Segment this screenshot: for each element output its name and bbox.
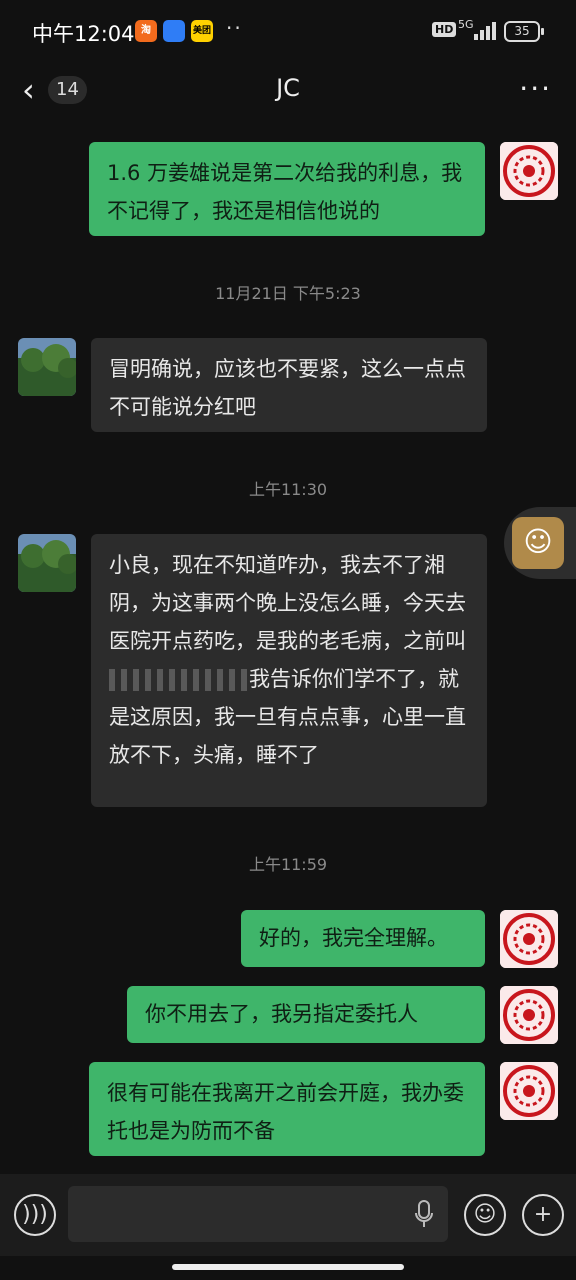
timestamp: 11月21日 下午5:23 [215, 284, 361, 303]
received-message-bubble[interactable]: 冒明确说，应该也不要紧，这么一点点不可能说分红吧 [91, 338, 487, 432]
signal-icon [470, 22, 496, 40]
floating-accessibility-button[interactable]: ☺ [504, 507, 576, 579]
home-indicator[interactable] [172, 1264, 404, 1270]
meituan-icon: 美团 [191, 20, 213, 42]
timestamp: 上午11:30 [248, 480, 328, 499]
emoji-button[interactable]: ☺ [464, 1194, 506, 1236]
mic-icon[interactable] [414, 1200, 434, 1228]
status-more-icon: ·· [226, 16, 243, 40]
plus-icon: + [533, 1202, 553, 1227]
input-bar: ))) ☺ + [0, 1174, 576, 1256]
add-more-button[interactable]: + [522, 1194, 564, 1236]
battery-icon: 35 [504, 21, 544, 42]
chat-header: ‹ 14 JC ··· [0, 62, 576, 118]
contact-avatar[interactable] [18, 338, 76, 396]
message-list[interactable]: 1.6 万姜雄说是第二次给我的利息，我不记得了，我还是相信他说的 11月21日 … [0, 120, 576, 1174]
hd-badge: HD [432, 22, 457, 37]
blurred-text [109, 669, 249, 691]
sent-message-bubble[interactable]: 你不用去了，我另指定委托人 [127, 986, 485, 1043]
timestamp: 上午11:59 [248, 855, 328, 874]
chat-title: JC [276, 74, 300, 102]
my-avatar[interactable] [500, 1062, 558, 1120]
message-text-part: 小良，现在不知道咋办，我去不了湘阴，为这事两个晚上没怎么睡，今天去医院开点药吃，… [109, 553, 466, 653]
voice-icon: ))) [22, 1202, 48, 1227]
sent-message-bubble[interactable]: 1.6 万姜雄说是第二次给我的利息，我不记得了，我还是相信他说的 [89, 142, 485, 236]
voice-toggle-button[interactable]: ))) [14, 1194, 56, 1236]
my-avatar[interactable] [500, 986, 558, 1044]
taobao-icon: 淘 [135, 20, 157, 42]
contact-avatar[interactable] [18, 534, 76, 592]
accessibility-icon: ☺ [512, 517, 564, 569]
my-avatar[interactable] [500, 142, 558, 200]
more-options-button[interactable]: ··· [519, 72, 552, 105]
status-bar: 中午12:04 淘 美团 ·· HD 5G 35 [0, 0, 576, 62]
my-avatar[interactable] [500, 910, 558, 968]
status-time: 中午12:04 [32, 22, 135, 46]
received-message-bubble[interactable]: 小良，现在不知道咋办，我去不了湘阴，为这事两个晚上没怎么睡，今天去医院开点药吃，… [91, 534, 487, 807]
app-notify-icon [163, 20, 185, 42]
sent-message-bubble[interactable]: 很有可能在我离开之前会开庭，我办委托也是为防而不备 [89, 1062, 485, 1156]
sent-message-bubble[interactable]: 好的，我完全理解。 [241, 910, 485, 967]
emoji-icon: ☺ [473, 1202, 497, 1227]
message-input[interactable] [68, 1186, 448, 1242]
